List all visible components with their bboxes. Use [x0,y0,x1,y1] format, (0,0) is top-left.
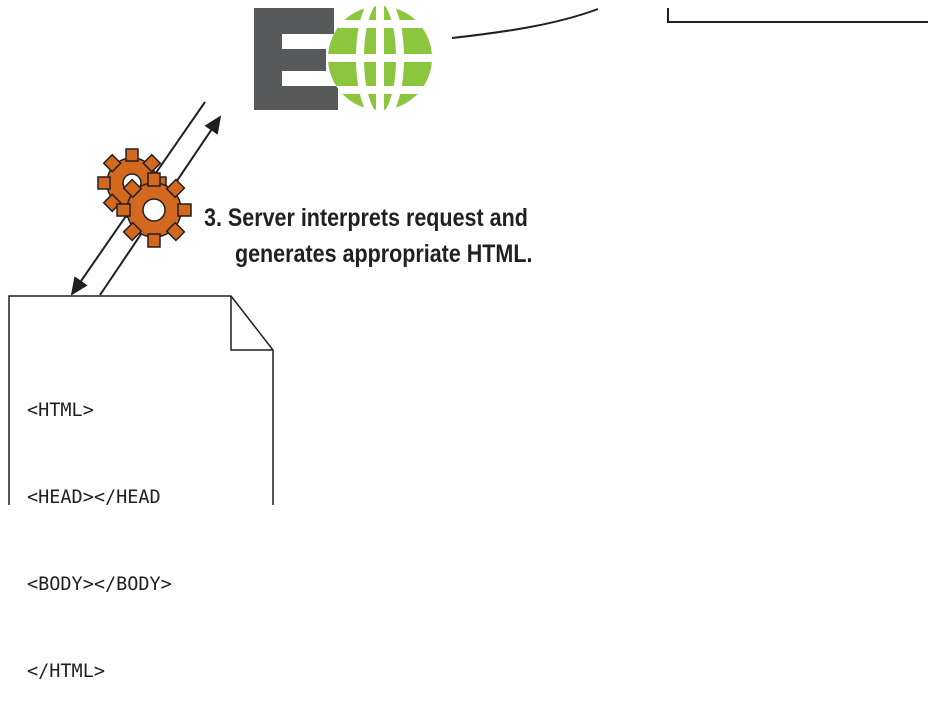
code-line: <BODY></BODY> [27,574,172,595]
step-line-2: generates appropriate HTML. [234,240,533,268]
code-line: </HTML> [27,661,105,682]
server-logo-icon [254,6,432,110]
step-number: 3. [204,204,222,232]
connector-curve [451,8,599,39]
code-line: <HTML> [27,400,94,421]
step-caption: 3. Server interprets request and generat… [204,200,532,272]
html-code: <HTML> <HEAD></HEAD <BODY></BODY> </HTML… [27,338,172,715]
top-right-bracket [667,8,928,23]
code-line: <HEAD></HEAD [27,487,161,508]
step-line-1: Server interprets request and [227,204,528,232]
gear-icon [97,148,192,248]
